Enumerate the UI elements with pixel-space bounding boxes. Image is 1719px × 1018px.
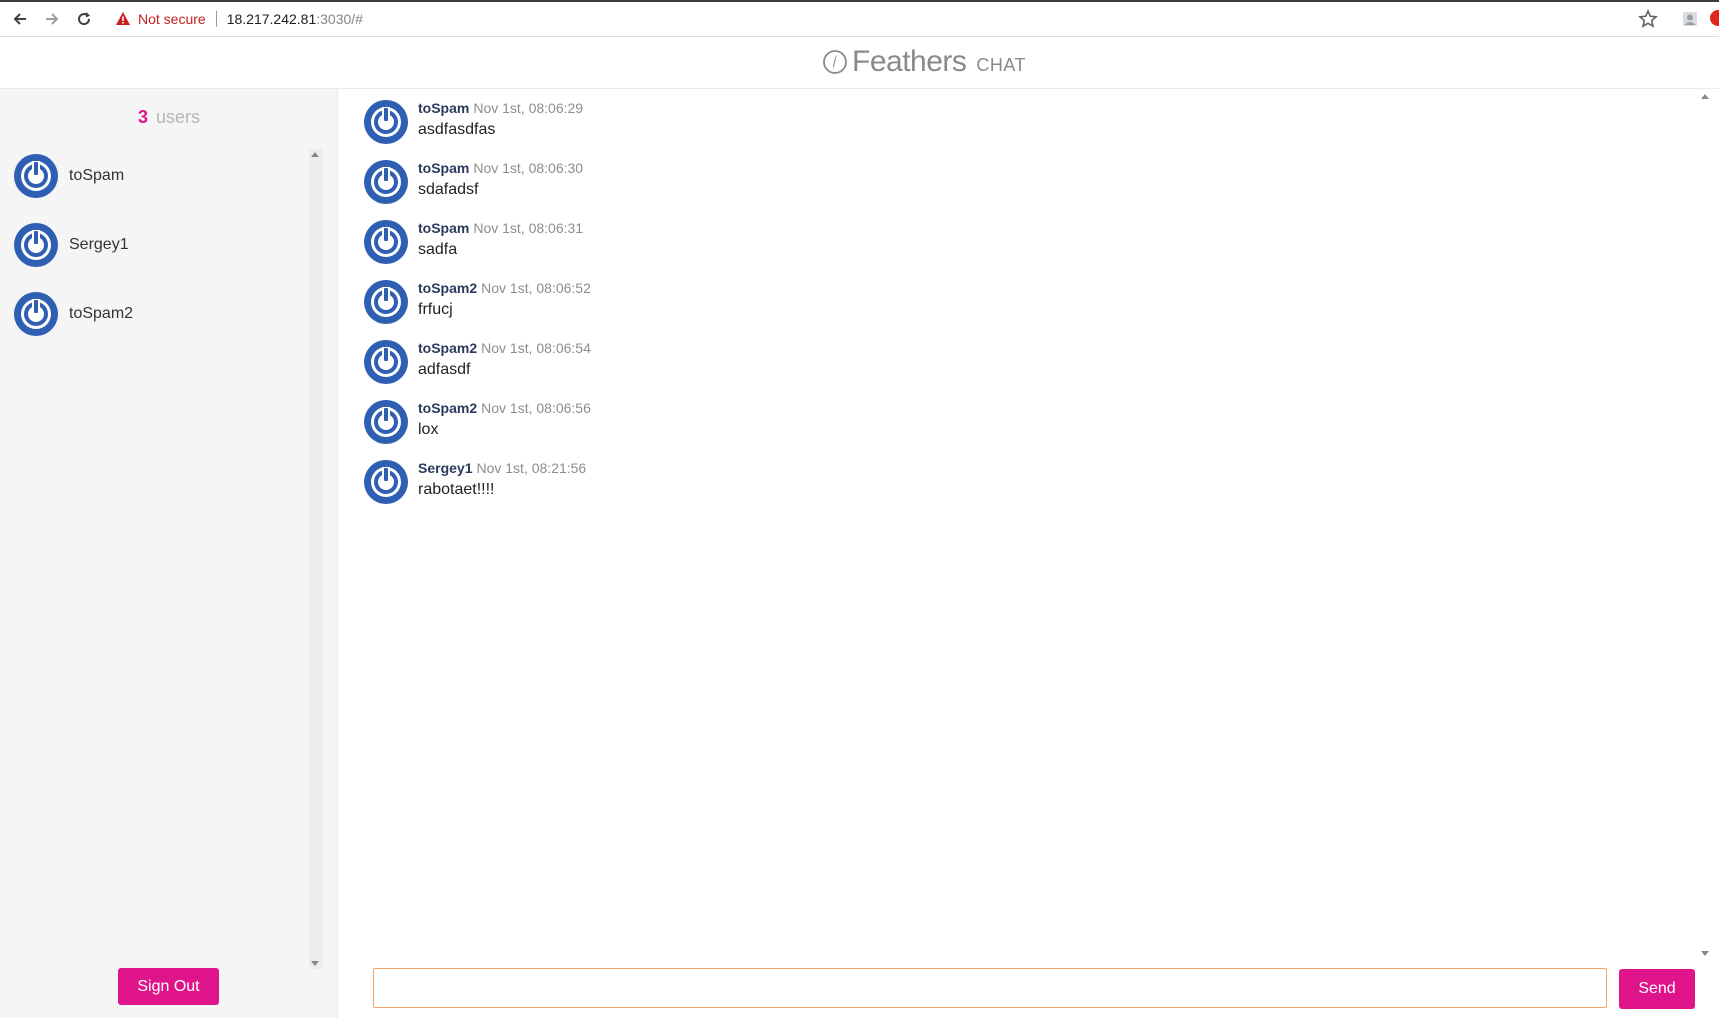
bookmark-star-icon[interactable] bbox=[1638, 9, 1658, 29]
avatar-icon bbox=[364, 100, 408, 144]
warning-icon bbox=[116, 12, 130, 25]
brand-name: Feathers bbox=[852, 45, 967, 78]
message-author: toSpam bbox=[418, 100, 470, 116]
forward-button[interactable] bbox=[42, 9, 62, 29]
chat-message: toSpam2 Nov 1st, 08:06:52 frfucj bbox=[363, 279, 591, 325]
user-list-item[interactable]: toSpam2 bbox=[13, 291, 133, 337]
message-meta: toSpam Nov 1st, 08:06:29 bbox=[418, 99, 583, 117]
message-time: Nov 1st, 08:06:29 bbox=[473, 100, 584, 116]
message-author: toSpam2 bbox=[418, 400, 478, 416]
message-author: toSpam bbox=[418, 220, 470, 236]
avatar-icon bbox=[364, 160, 408, 204]
message-time: Nov 1st, 08:06:56 bbox=[481, 400, 591, 416]
chat-message: toSpam Nov 1st, 08:06:30 sdafadsf bbox=[363, 159, 583, 205]
message-meta: toSpam Nov 1st, 08:06:31 bbox=[418, 219, 583, 237]
sign-out-button[interactable]: Sign Out bbox=[118, 968, 219, 1005]
reload-icon bbox=[78, 12, 91, 26]
message-time: Nov 1st, 08:06:31 bbox=[473, 220, 584, 236]
message-author: toSpam bbox=[418, 160, 470, 176]
reload-button[interactable] bbox=[74, 9, 94, 29]
scroll-down-icon[interactable] bbox=[311, 961, 319, 966]
extension-icon[interactable] bbox=[1710, 10, 1719, 26]
users-sidebar: 3 users toSpam Sergey1 toSpam2 Sign Out bbox=[0, 89, 338, 1018]
message-body: toSpam2 Nov 1st, 08:06:56 lox bbox=[418, 399, 591, 441]
user-count: 3 users bbox=[0, 107, 338, 128]
message-author: toSpam2 bbox=[418, 280, 478, 296]
send-button[interactable]: Send bbox=[1619, 969, 1695, 1009]
message-body: toSpam Nov 1st, 08:06:31 sadfa bbox=[418, 219, 583, 261]
url-host: 18.217.242.81 bbox=[226, 11, 317, 27]
window-edge bbox=[0, 0, 1719, 2]
scroll-up-icon[interactable] bbox=[1701, 94, 1709, 99]
message-time: Nov 1st, 08:06:30 bbox=[473, 160, 584, 176]
scroll-down-icon[interactable] bbox=[1701, 951, 1709, 956]
message-text: rabotaet!!!! bbox=[418, 481, 495, 498]
browser-toolbar: Not secure 18.217.242.81 :3030/# bbox=[0, 0, 1719, 37]
profile-icon[interactable] bbox=[1680, 9, 1700, 29]
message-body: toSpam2 Nov 1st, 08:06:52 frfucj bbox=[418, 279, 591, 321]
user-name: toSpam bbox=[69, 167, 125, 184]
message-input[interactable] bbox=[373, 968, 1607, 1008]
user-list-item[interactable]: Sergey1 bbox=[13, 222, 129, 268]
message-text: sadfa bbox=[418, 241, 458, 258]
avatar-icon bbox=[14, 292, 58, 336]
chat-message: toSpam Nov 1st, 08:06:29 asdfasdfas bbox=[363, 99, 583, 145]
message-author: toSpam2 bbox=[418, 340, 478, 356]
app-header: Feathers CHAT bbox=[0, 37, 1719, 89]
message-body: Sergey1 Nov 1st, 08:21:56 rabotaet!!!! bbox=[418, 459, 586, 501]
message-text: asdfasdfas bbox=[418, 121, 496, 138]
back-button[interactable] bbox=[10, 9, 30, 29]
avatar-icon bbox=[14, 223, 58, 267]
chat-message: toSpam2 Nov 1st, 08:06:56 lox bbox=[363, 399, 591, 445]
message-body: toSpam Nov 1st, 08:06:29 asdfasdfas bbox=[418, 99, 583, 141]
feathers-logo-icon bbox=[823, 50, 847, 74]
avatar-icon bbox=[364, 280, 408, 324]
chat-message: toSpam Nov 1st, 08:06:31 sadfa bbox=[363, 219, 583, 265]
message-author: Sergey1 bbox=[418, 460, 473, 476]
chat-message: toSpam2 Nov 1st, 08:06:54 adfasdf bbox=[363, 339, 591, 385]
brand-suffix: CHAT bbox=[976, 55, 1027, 75]
avatar-icon bbox=[364, 400, 408, 444]
user-list-item[interactable]: toSpam bbox=[13, 153, 124, 199]
avatar-icon bbox=[14, 154, 58, 198]
url-path: :3030/# bbox=[316, 11, 363, 27]
message-meta: Sergey1 Nov 1st, 08:21:56 bbox=[418, 459, 586, 477]
message-text: lox bbox=[418, 421, 439, 438]
avatar-icon bbox=[364, 340, 408, 384]
message-meta: toSpam2 Nov 1st, 08:06:54 bbox=[418, 339, 591, 357]
arrow-right-icon bbox=[46, 13, 59, 25]
security-status[interactable]: Not secure bbox=[138, 11, 206, 27]
message-time: Nov 1st, 08:06:54 bbox=[481, 340, 591, 356]
user-count-number: 3 bbox=[137, 107, 148, 127]
user-name: toSpam2 bbox=[69, 305, 134, 322]
message-text: adfasdf bbox=[418, 361, 471, 378]
message-text: frfucj bbox=[418, 301, 453, 318]
address-divider bbox=[215, 11, 217, 27]
message-meta: toSpam2 Nov 1st, 08:06:56 bbox=[418, 399, 591, 417]
user-list-scrollbar[interactable] bbox=[309, 149, 322, 969]
message-meta: toSpam2 Nov 1st, 08:06:52 bbox=[418, 279, 591, 297]
chat-panel: toSpam Nov 1st, 08:06:29 asdfasdfas toSpa… bbox=[339, 89, 1719, 1018]
avatar-icon bbox=[364, 220, 408, 264]
address-bar[interactable]: Not secure 18.217.242.81 :3030/# bbox=[115, 8, 363, 30]
message-time: Nov 1st, 08:06:52 bbox=[481, 280, 591, 296]
message-meta: toSpam Nov 1st, 08:06:30 bbox=[418, 159, 583, 177]
brand: Feathers CHAT bbox=[822, 45, 1026, 79]
scroll-up-icon[interactable] bbox=[311, 152, 319, 157]
arrow-left-icon bbox=[13, 13, 26, 25]
user-name: Sergey1 bbox=[69, 236, 129, 253]
chat-scrollbar[interactable] bbox=[1697, 89, 1714, 961]
avatar-icon bbox=[364, 460, 408, 504]
chat-message: Sergey1 Nov 1st, 08:21:56 rabotaet!!!! bbox=[363, 459, 586, 505]
message-body: toSpam Nov 1st, 08:06:30 sdafadsf bbox=[418, 159, 583, 201]
message-text: sdafadsf bbox=[418, 181, 479, 198]
message-time: Nov 1st, 08:21:56 bbox=[476, 460, 587, 476]
message-body: toSpam2 Nov 1st, 08:06:54 adfasdf bbox=[418, 339, 591, 381]
user-count-label: users bbox=[156, 107, 201, 127]
